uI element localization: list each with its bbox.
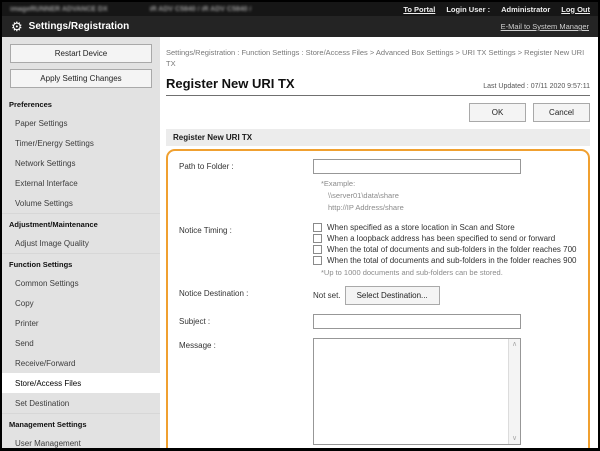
sidebar-item-copy[interactable]: Copy [2,293,160,313]
gear-icon: ⚙ [11,20,23,33]
page-body: Restart Device Apply Setting Changes Pre… [2,37,598,448]
log-out-link[interactable]: Log Out [561,5,590,14]
main-content: Settings/Registration : Function Setting… [160,37,598,448]
to-portal-link[interactable]: To Portal [403,5,435,14]
checkbox-scan-and-store[interactable] [313,223,322,232]
cancel-button[interactable]: Cancel [533,103,590,122]
top-bar-links: To Portal Login User : Administrator Log… [403,5,590,14]
select-destination-button[interactable]: Select Destination... [345,286,440,305]
sidebar-item-volume-settings[interactable]: Volume Settings [2,193,160,213]
sidebar-item-timer-energy-settings[interactable]: Timer/Energy Settings [2,133,160,153]
message-label: Message : [179,338,313,445]
sidebar-item-printer[interactable]: Printer [2,313,160,333]
device-names: imageRUNNER ADVANCE DX iR ADV C5840 / iR… [10,6,251,13]
remote-ui-window: imageRUNNER ADVANCE DX iR ADV C5840 / iR… [0,0,600,451]
sidebar-item-store-access-files[interactable]: Store/Access Files [2,373,160,393]
sidebar-item-set-destination[interactable]: Set Destination [2,393,160,413]
message-textarea[interactable] [314,339,508,444]
sidebar-section-preferences: Preferences [2,94,160,113]
path-to-folder-label: Path to Folder : [179,159,313,214]
notice-timing-option-2[interactable]: When a loopback address has been specifi… [313,234,578,243]
message-scrollbar[interactable]: ∧ ∨ [508,339,520,444]
notice-destination-label: Notice Destination : [179,286,313,305]
notice-destination-row: Notice Destination : Not set. Select Des… [179,286,578,305]
example-line-unc: \\server01\data\share [328,190,578,202]
message-textarea-frame: ∧ ∨ [313,338,521,445]
login-user-value: Administrator [501,5,550,14]
sidebar-item-paper-settings[interactable]: Paper Settings [2,113,160,133]
notice-timing-option-4[interactable]: When the total of documents and sub-fold… [313,256,578,265]
sidebar: Restart Device Apply Setting Changes Pre… [2,37,160,448]
notice-destination-value: Not set. [313,291,341,300]
sidebar-item-network-settings[interactable]: Network Settings [2,153,160,173]
path-example: *Example: \\server01\data\share http://I… [321,178,578,214]
login-user-label: Login User : [446,5,490,14]
checkbox-reaches-700[interactable] [313,245,322,254]
app-bar: ⚙ Settings/Registration E-Mail to System… [2,16,598,37]
example-line-http: http://IP Address/share [328,202,578,214]
page-title: Register New URI TX [166,76,295,91]
checkbox-label: When a loopback address has been specifi… [327,234,555,243]
apply-setting-changes-button[interactable]: Apply Setting Changes [10,69,152,88]
device-model: iR ADV C5840 / iR ADV C5840 / [150,6,252,13]
sidebar-item-user-management[interactable]: User Management [2,433,160,448]
sidebar-section-function-settings: Function Settings [2,253,160,273]
sidebar-item-receive-forward[interactable]: Receive/Forward [2,353,160,373]
ok-button[interactable]: OK [469,103,526,122]
checkbox-label: When specified as a store location in Sc… [327,223,515,232]
example-title: *Example: [321,178,578,190]
notice-timing-option-1[interactable]: When specified as a store location in Sc… [313,223,578,232]
form-section-header: Register New URI TX [166,129,590,146]
message-row: Message : ∧ ∨ [179,338,578,445]
subject-label: Subject : [179,314,313,329]
checkbox-loopback-address[interactable] [313,234,322,243]
scroll-up-icon[interactable]: ∧ [512,341,517,348]
sidebar-section-adjustment-maintenance: Adjustment/Maintenance [2,213,160,233]
checkbox-label: When the total of documents and sub-fold… [327,256,576,265]
notice-timing-option-3[interactable]: When the total of documents and sub-fold… [313,245,578,254]
restart-device-button[interactable]: Restart Device [10,44,152,63]
checkbox-label: When the total of documents and sub-fold… [327,245,576,254]
path-to-folder-row: Path to Folder : *Example: \\server01\da… [179,159,578,214]
register-uri-tx-form: Path to Folder : *Example: \\server01\da… [166,149,590,451]
title-row: Register New URI TX Last Updated : 07/11… [166,76,590,96]
app-title: Settings/Registration [29,21,130,32]
sidebar-item-common-settings[interactable]: Common Settings [2,273,160,293]
top-bar: imageRUNNER ADVANCE DX iR ADV C5840 / iR… [2,2,598,16]
breadcrumb: Settings/Registration : Function Setting… [166,47,590,70]
device-name: imageRUNNER ADVANCE DX [10,6,108,13]
sidebar-item-external-interface[interactable]: External Interface [2,173,160,193]
sidebar-item-send[interactable]: Send [2,333,160,353]
sidebar-item-adjust-image-quality[interactable]: Adjust Image Quality [2,233,160,253]
email-to-system-manager-link[interactable]: E-Mail to System Manager [501,22,589,31]
subject-input[interactable] [313,314,521,329]
last-updated: Last Updated : 07/11 2020 9:57:11 [483,83,590,91]
checkbox-reaches-900[interactable] [313,256,322,265]
path-to-folder-input[interactable] [313,159,521,174]
storage-limit-note: *Up to 1000 documents and sub-folders ca… [321,268,578,277]
scroll-down-icon[interactable]: ∨ [512,435,517,442]
sidebar-section-management-settings: Management Settings [2,413,160,433]
notice-timing-label: Notice Timing : [179,223,313,277]
notice-timing-row: Notice Timing : When specified as a stor… [179,223,578,277]
subject-row: Subject : [179,314,578,329]
action-buttons: OK Cancel [166,103,590,122]
